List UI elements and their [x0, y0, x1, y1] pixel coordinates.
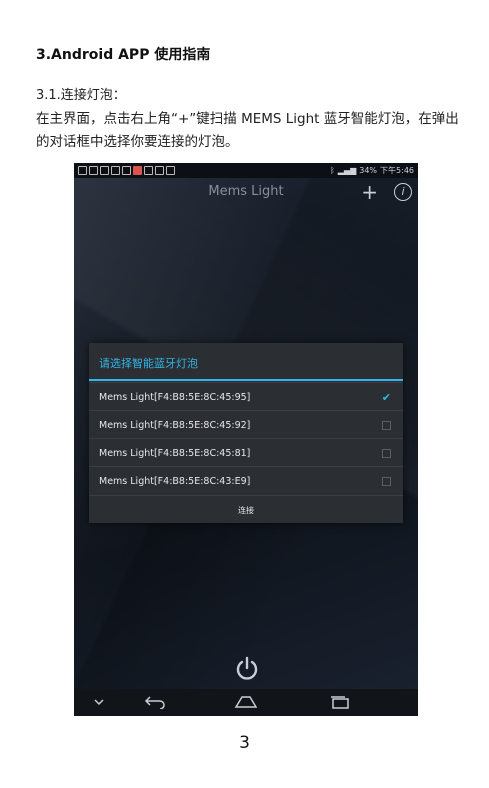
- status-bar: ᛒ ▂▄▆ 34% 下午5:46: [74, 163, 418, 178]
- device-name: Mems Light[F4:B8:5E:8C:43:E9]: [99, 475, 251, 487]
- section-heading: 3.Android APP 使用指南: [36, 47, 211, 63]
- device-row[interactable]: Mems Light[F4:B8:5E:8C:45:81]: [89, 438, 403, 467]
- device-row[interactable]: Mems Light[F4:B8:5E:8C:43:E9]: [89, 466, 403, 495]
- notification-icons: [78, 166, 175, 175]
- checkbox[interactable]: [382, 476, 391, 486]
- device-name: Mems Light[F4:B8:5E:8C:45:92]: [99, 419, 251, 431]
- device-name: Mems Light[F4:B8:5E:8C:45:95]: [99, 391, 251, 403]
- app-bar: Mems Light + i: [74, 178, 418, 206]
- select-bulb-dialog: 请选择智能蓝牙灯泡 Mems Light[F4:B8:5E:8C:45:95] …: [89, 343, 403, 523]
- bluetooth-icon: ᛒ: [329, 166, 335, 175]
- dialog-title: 请选择智能蓝牙灯泡: [99, 357, 198, 370]
- checkbox[interactable]: [382, 448, 391, 458]
- device-name: Mems Light[F4:B8:5E:8C:45:81]: [99, 447, 251, 459]
- nav-bar: [74, 689, 418, 716]
- device-row[interactable]: Mems Light[F4:B8:5E:8C:45:95] ✔: [89, 382, 403, 411]
- device-row[interactable]: Mems Light[F4:B8:5E:8C:45:92]: [89, 410, 403, 439]
- signal-icon: ▂▄▆: [337, 166, 357, 175]
- subsection-heading: 3.1.连接灯泡：: [36, 88, 126, 103]
- status-time: 下午5:46: [380, 166, 414, 175]
- checkbox[interactable]: [382, 420, 391, 430]
- plus-icon[interactable]: +: [361, 180, 378, 204]
- back-icon[interactable]: [144, 695, 166, 709]
- recent-apps-icon[interactable]: [328, 695, 350, 709]
- chevron-down-icon[interactable]: [94, 699, 104, 707]
- instruction-paragraph: 在主界面，点击右上角“+”键扫描 MEMS Light 蓝牙智能灯泡，在弹出的对…: [36, 111, 459, 150]
- page-number: 3: [239, 733, 250, 753]
- connect-row: 连接: [89, 495, 403, 524]
- home-icon[interactable]: [234, 695, 258, 709]
- dialog-divider: [89, 379, 403, 381]
- info-icon[interactable]: i: [394, 183, 412, 201]
- checkbox-checked[interactable]: ✔: [382, 392, 391, 403]
- power-icon[interactable]: [234, 656, 260, 682]
- phone-screenshot: ᛒ ▂▄▆ 34% 下午5:46 Mems Light + i 请选择智能蓝牙灯…: [74, 163, 418, 716]
- connect-button[interactable]: 连接: [238, 505, 254, 516]
- battery-level: 34%: [359, 166, 378, 175]
